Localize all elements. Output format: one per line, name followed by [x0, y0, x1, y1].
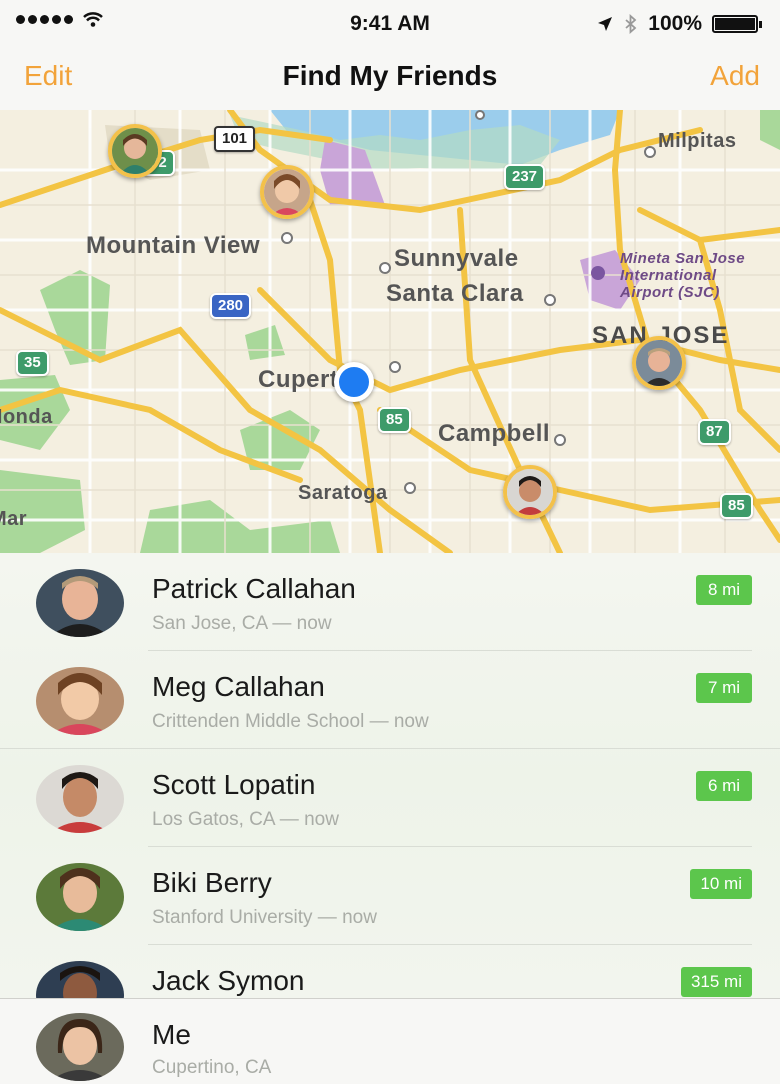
- highway-shield-101: 101: [214, 126, 256, 152]
- avatar: [36, 961, 124, 998]
- current-location-dot: [334, 362, 374, 402]
- highway-shield-35: 35: [16, 350, 49, 376]
- battery-percent: 100%: [648, 12, 702, 35]
- distance-badge: 6 mi: [696, 771, 752, 801]
- face-icon: [264, 169, 310, 215]
- list-item[interactable]: Scott Lopatin Los Gatos, CA — now 6 mi: [0, 749, 780, 847]
- friend-pin-patrick[interactable]: [632, 336, 686, 390]
- friend-name: Meg Callahan: [152, 671, 325, 702]
- map-label-cupertino: Cupertino: [258, 366, 344, 393]
- face-icon: [636, 340, 682, 386]
- face-icon: [507, 469, 553, 515]
- airport-line-3: Airport (SJC): [620, 284, 720, 301]
- airport-line-1: Mineta San Jose: [620, 250, 746, 267]
- me-location: Cupertino, CA: [152, 1057, 272, 1078]
- face-icon: [112, 128, 158, 174]
- list-item[interactable]: Jack Symon 315 mi: [0, 945, 780, 998]
- location-arrow-icon: [598, 17, 613, 31]
- add-button[interactable]: Add: [710, 60, 760, 92]
- airport-line-2: International: [620, 267, 717, 284]
- friend-pin-biki[interactable]: [108, 124, 162, 178]
- friend-name: Biki Berry: [152, 867, 272, 898]
- navigation-bar: Edit Find My Friends Add: [0, 48, 780, 111]
- list-item[interactable]: Biki Berry Stanford University — now 10 …: [0, 847, 780, 945]
- distance-badge: 7 mi: [696, 673, 752, 703]
- avatar: [36, 667, 124, 735]
- friend-pin-meg[interactable]: [260, 165, 314, 219]
- map-label-mountain-view: Mountain View: [86, 232, 261, 259]
- distance-badge: 10 mi: [690, 869, 752, 899]
- page-title: Find My Friends: [282, 60, 498, 91]
- me-name: Me: [152, 1019, 191, 1050]
- map-label-airport: Mineta San Jose International Airport (S…: [620, 250, 745, 301]
- friend-name: Scott Lopatin: [152, 769, 316, 800]
- map-label-mar: Mar: [0, 508, 28, 530]
- friend-location: Crittenden Middle School — now: [152, 711, 429, 732]
- map-label-milpitas: Milpitas: [658, 130, 737, 152]
- map-label-sunnyvale: Sunnyvale: [394, 245, 519, 272]
- list-item[interactable]: Meg Callahan Crittenden Middle School — …: [0, 651, 780, 749]
- avatar: [36, 765, 124, 833]
- friend-name: Patrick Callahan: [152, 573, 356, 604]
- highway-shield-85-east: 85: [720, 493, 753, 519]
- list-item[interactable]: Patrick Callahan San Jose, CA — now 8 mi: [0, 553, 780, 651]
- friend-location: San Jose, CA — now: [152, 613, 332, 634]
- highway-shield-85: 85: [378, 407, 411, 433]
- friend-location: Los Gatos, CA — now: [152, 809, 339, 830]
- highway-shield-280: 280: [210, 293, 252, 319]
- highway-shield-87: 87: [698, 419, 731, 445]
- distance-badge: 8 mi: [696, 575, 752, 605]
- status-bar: 9:41 AM 100%: [0, 0, 780, 48]
- battery-icon: [712, 15, 762, 33]
- map-label-saratoga: Saratoga: [298, 482, 388, 504]
- avatar: [36, 569, 124, 637]
- friends-list[interactable]: Patrick Callahan San Jose, CA — now 8 mi…: [0, 553, 780, 998]
- highway-shield-237: 237: [504, 164, 546, 190]
- map-label-santa-clara: Santa Clara: [386, 280, 524, 307]
- friend-location: Stanford University — now: [152, 907, 377, 928]
- bluetooth-icon: [625, 14, 637, 34]
- map-label-honda: Honda: [0, 406, 53, 428]
- avatar: [36, 863, 124, 931]
- map-label-campbell: Campbell: [438, 420, 551, 447]
- find-my-friends-screen: 9:41 AM 100% Edit Find My Friends Add Mo…: [0, 0, 780, 1084]
- map-view[interactable]: Mountain View Sunnyvale Santa Clara SAN …: [0, 110, 780, 553]
- friend-name: Jack Symon: [152, 965, 305, 996]
- me-row[interactable]: Me Cupertino, CA: [0, 998, 780, 1084]
- avatar: [36, 1013, 124, 1081]
- friend-pin-scott[interactable]: [503, 465, 557, 519]
- distance-badge: 315 mi: [680, 967, 752, 997]
